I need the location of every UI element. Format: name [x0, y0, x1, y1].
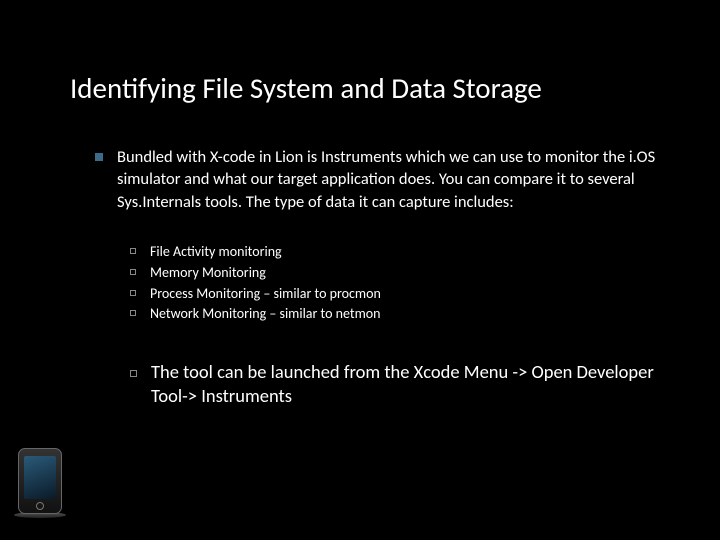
slide-title: Identifying File System and Data Storage [70, 70, 660, 106]
launch-text: The tool can be launched from the Xcode … [151, 360, 660, 408]
phone-screen [24, 456, 56, 499]
list-item: File Activity monitoring [130, 243, 660, 262]
main-bullet: Bundled with X-code in Lion is Instrumen… [95, 146, 660, 213]
hollow-square-icon [130, 370, 137, 377]
list-item: Memory Monitoring [130, 264, 660, 283]
slide-content: Identifying File System and Data Storage… [0, 0, 720, 448]
list-item: The tool can be launched from the Xcode … [130, 360, 660, 408]
launch-bullet-list: The tool can be launched from the Xcode … [130, 360, 660, 408]
hollow-square-icon [130, 269, 136, 275]
hollow-square-icon [130, 290, 136, 296]
sub-bullet-list: File Activity monitoring Memory Monitori… [130, 243, 660, 325]
main-bullet-text: Bundled with X-code in Lion is Instrumen… [117, 146, 660, 213]
list-item: Network Monitoring – similar to netmon [130, 305, 660, 324]
hollow-square-icon [130, 248, 136, 254]
phone-home-button [36, 502, 44, 510]
sub-item-text: Process Monitoring – similar to procmon [150, 285, 381, 304]
hollow-square-icon [130, 310, 136, 316]
square-bullet-icon [95, 153, 103, 161]
sub-item-text: Network Monitoring – similar to netmon [150, 305, 381, 324]
list-item: Process Monitoring – similar to procmon [130, 285, 660, 304]
sub-item-text: File Activity monitoring [150, 243, 282, 262]
phone-body [18, 448, 62, 514]
phone-icon [18, 448, 62, 518]
sub-item-text: Memory Monitoring [150, 264, 266, 283]
